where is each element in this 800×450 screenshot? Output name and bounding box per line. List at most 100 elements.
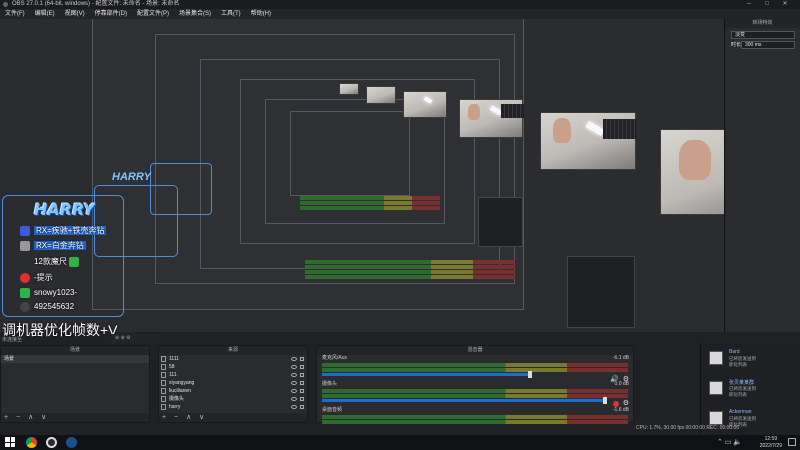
track-db: 0.0 dB: [614, 381, 629, 387]
lock-icon[interactable]: [300, 365, 304, 369]
overlay-row: -提示: [20, 272, 53, 284]
dock-toolbar: ⊕ ⊗ ⚙: [112, 334, 160, 343]
track-name: 摄像头: [322, 381, 338, 387]
source-item[interactable]: xiyangyang: [159, 379, 307, 387]
chat-message: 即化列表: [729, 392, 747, 397]
lock-icon[interactable]: [300, 397, 304, 401]
sources-dock: 来源 1111 58 111 xiyangyang liucilianen 摄像…: [158, 345, 308, 423]
lock-icon[interactable]: [300, 357, 304, 361]
chat-message: 即化列表: [729, 362, 747, 367]
overlay-row: snowy1023-: [20, 287, 77, 299]
source-item[interactable]: 58: [159, 363, 307, 371]
overlay-logo: HARRY: [34, 200, 95, 219]
chat-item[interactable]: 张贝某某群 已将您发送到 即化列表: [703, 375, 799, 403]
lock-icon[interactable]: [300, 405, 304, 409]
nested-mixer: [300, 195, 440, 211]
eye-icon[interactable]: [291, 373, 297, 377]
source-type-icon: [161, 380, 166, 386]
camera-feed: [339, 83, 359, 95]
maximize-button[interactable]: □: [760, 0, 774, 9]
gear-icon[interactable]: ⚙: [623, 399, 629, 407]
nested-chat-panel: [478, 197, 523, 247]
menu-file[interactable]: 文件(F): [0, 9, 30, 19]
lock-icon[interactable]: [300, 389, 304, 393]
lock-icon[interactable]: [300, 373, 304, 377]
connection-status: 未连接至: [2, 337, 23, 343]
menu-docks[interactable]: 停靠部件(D): [90, 9, 132, 19]
qq-icon: [20, 301, 30, 312]
camera-feed: [540, 112, 637, 170]
eye-icon[interactable]: [291, 365, 297, 369]
notification-icon[interactable]: [788, 438, 796, 446]
scenes-footer-buttons[interactable]: + − ∧ ∨: [1, 413, 149, 422]
volume-meter: [322, 389, 628, 393]
source-item[interactable]: 1111: [159, 355, 307, 363]
avatar: [709, 351, 723, 365]
source-item[interactable]: 111: [159, 371, 307, 379]
track-db: -6.1 dB: [612, 355, 629, 361]
overlay-row: RX=白金奔钻: [20, 240, 86, 252]
overlay-row: RX=疾驰+铁壳奔钻: [20, 225, 107, 237]
steam-icon[interactable]: [66, 437, 77, 448]
menu-scene-collection[interactable]: 场景集合(S): [174, 9, 216, 19]
volume-meter: [322, 368, 628, 372]
menu-tools[interactable]: 工具(T): [216, 9, 246, 19]
eye-icon[interactable]: [291, 389, 297, 393]
chat-username: Ackerman: [729, 409, 752, 415]
source-item[interactable]: liucilianen: [159, 387, 307, 395]
volume-slider[interactable]: [322, 397, 607, 404]
eye-icon[interactable]: [291, 405, 297, 409]
chat-item[interactable]: Bard 已将您发送到 即化列表: [703, 345, 799, 373]
tray-icons[interactable]: ⌃ ▭ 🔈: [717, 438, 742, 446]
eye-icon[interactable]: [291, 397, 297, 401]
eye-icon[interactable]: [291, 381, 297, 385]
obs-icon[interactable]: [46, 437, 57, 448]
volume-slider[interactable]: [322, 371, 532, 378]
wechat-icon: [69, 256, 80, 267]
source-type-icon: [161, 404, 166, 410]
window-title: OBS 27.0.1 (64-bit, windows) - 配置文件: 未命名…: [12, 1, 180, 7]
source-type-icon: [161, 364, 166, 370]
status-stats: CPU: 1.7%, 30.00 fps 00:00:00 REC: 00:00…: [636, 425, 740, 431]
menu-edit[interactable]: 编辑(E): [30, 9, 60, 19]
track-name: 麦克风/Aux: [322, 355, 348, 361]
scenes-dock: 场景 场景 + − ∧ ∨: [0, 345, 150, 423]
avatar: [709, 411, 723, 425]
menu-help[interactable]: 帮助(H): [246, 9, 276, 19]
close-button[interactable]: ✕: [778, 0, 792, 9]
transition-select[interactable]: 淡变: [731, 31, 795, 39]
transitions-dock: 转场特效 淡变 时长 300 ms: [724, 19, 800, 332]
windows-start-icon[interactable]: [5, 437, 15, 447]
volume-meter: [322, 415, 628, 419]
weibo-icon: [20, 272, 30, 283]
transitions-title: 转场特效: [725, 19, 800, 28]
menu-view[interactable]: 视图(V): [60, 9, 90, 19]
wechat-icon: [20, 287, 30, 298]
minimize-button[interactable]: ─: [742, 0, 756, 9]
nested-obs-window: [290, 111, 410, 196]
tag-icon: [20, 240, 30, 251]
camera-feed: [459, 99, 524, 138]
volume-meter: [322, 420, 628, 424]
sources-footer-buttons[interactable]: + − ∧ ∨: [159, 413, 307, 422]
chrome-icon[interactable]: [26, 437, 37, 448]
source-item[interactable]: harry: [159, 403, 307, 411]
menu-profile[interactable]: 配置文件(P): [132, 9, 174, 19]
lock-icon[interactable]: [300, 381, 304, 385]
source-type-icon: [161, 356, 166, 362]
system-clock[interactable]: 12:59 2022/7/29: [760, 436, 782, 449]
menu-bar: 文件(F) 编辑(E) 视图(V) 停靠部件(D) 配置文件(P) 场景集合(S) 工具(T…: [0, 9, 800, 19]
window-titlebar: OBS 27.0.1 (64-bit, windows) - 配置文件: 未命名…: [0, 0, 800, 9]
scene-item[interactable]: 场景: [1, 355, 149, 363]
scenes-title: 场景: [1, 346, 149, 355]
duration-input[interactable]: 300 ms: [741, 41, 795, 49]
avatar: [709, 381, 723, 395]
chat-panel: Bard 已将您发送到 即化列表 张贝某某群 已将您发送到 即化列表 Acker…: [700, 343, 800, 435]
obs-app-icon: [3, 2, 8, 7]
source-type-icon: [161, 372, 166, 378]
mixer-title: 混音器: [317, 346, 633, 355]
source-item[interactable]: 摄像头: [159, 395, 307, 403]
nested-chat-panel: [567, 256, 635, 328]
eye-icon[interactable]: [291, 357, 297, 361]
duration-label: 时长: [731, 42, 742, 48]
